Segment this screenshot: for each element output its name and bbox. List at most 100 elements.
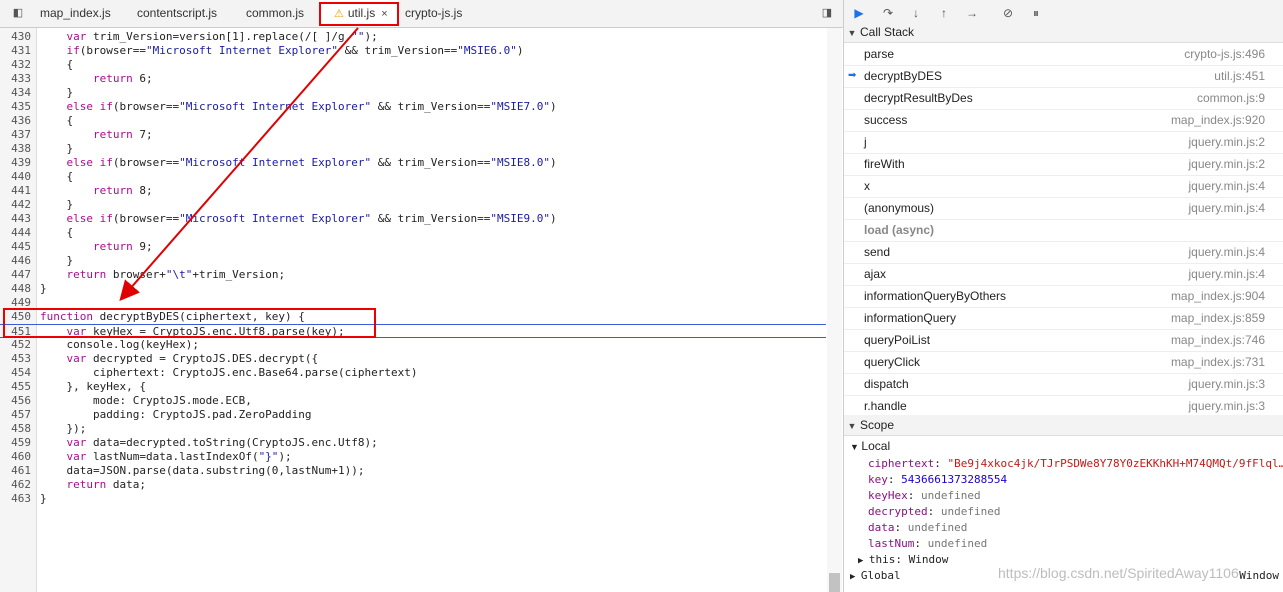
code-line[interactable]: 460 var lastNum=data.lastIndexOf("}"); [0,450,826,464]
frame-location-link[interactable]: common.js:9 [1197,87,1265,109]
line-number[interactable]: 461 [0,464,31,478]
frame-function-name: send [864,245,891,259]
deactivate-breakpoints-icon[interactable]: ⊘ [999,4,1017,22]
frame-location-link[interactable]: jquery.min.js:4 [1189,241,1265,263]
pause-on-exceptions-icon[interactable]: ⏸ [1027,4,1045,22]
scope-variable[interactable]: ciphertext: "Be9j4xkoc4jk/TJrPSDWe8Y78Y0… [868,456,1283,472]
frame-location-link[interactable]: jquery.min.js:4 [1189,263,1265,285]
callstack-frame[interactable]: informationQuery map_index.js:859 [844,307,1283,330]
frame-location-link[interactable]: map_index.js:746 [1171,329,1265,351]
callstack-frame[interactable]: (anonymous) jquery.min.js:4 [844,197,1283,220]
frame-function-name: queryPoiList [864,333,931,347]
line-number[interactable]: 462 [0,478,31,492]
code-line[interactable]: 453 var decrypted = CryptoJS.DES.decrypt… [0,352,826,366]
line-number[interactable]: 456 [0,394,31,408]
line-number[interactable]: 457 [0,408,31,422]
variable-value: "Be9j4xkoc4jk/TJrPSDWe8Y78Y0zEKKhKH+M74Q… [947,457,1283,470]
callstack-frame[interactable]: x jquery.min.js:4 [844,175,1283,198]
frame-location-link[interactable]: jquery.min.js:3 [1189,373,1265,395]
step-into-icon[interactable]: ↓ [907,4,925,22]
separator: : [927,505,941,518]
code-line[interactable]: 452 console.log(keyHex); [0,338,826,352]
debugger-sidebar: ▶ ↷ ↓ ↑ → ⊘ ⏸ ▼ Call Stack parse crypto-js… [844,0,1283,592]
current-frame-arrow-icon: ➡ [848,70,857,81]
variable-name: key [868,473,888,486]
frame-location-link[interactable]: jquery.min.js:4 [1189,197,1265,219]
frame-function-name: load (async) [864,223,935,237]
variable-name: keyHex [868,489,908,502]
callstack-frame[interactable]: queryClick map_index.js:731 [844,351,1283,374]
frame-location-link[interactable]: jquery.min.js:2 [1189,153,1265,175]
step-icon[interactable]: → [963,4,981,22]
line-number[interactable]: 458 [0,422,31,436]
scope-variable[interactable]: lastNum: undefined [868,536,987,552]
line-number[interactable]: 463 [0,492,31,506]
callstack-frame[interactable]: dispatch jquery.min.js:3 [844,373,1283,396]
code-line[interactable]: 458 }); [0,422,826,436]
scope-variable[interactable]: data: undefined [868,520,967,536]
scrollbar-thumb[interactable] [829,573,840,592]
this-row[interactable]: ▶ this: Window [858,552,948,568]
code-line[interactable]: 459 var data=decrypted.toString(CryptoJS… [0,436,826,450]
code-line[interactable]: 454 ciphertext: CryptoJS.enc.Base64.pars… [0,366,826,380]
callstack-frame[interactable]: j jquery.min.js:2 [844,131,1283,154]
code-text: }); [40,422,87,435]
code-text: console.log(keyHex); [40,338,199,351]
callstack-frame[interactable]: fireWith jquery.min.js:2 [844,153,1283,176]
callstack-frame[interactable]: success map_index.js:920 [844,109,1283,132]
frame-location-link[interactable]: util.js:451 [1214,65,1265,87]
step-over-icon[interactable]: ↷ [879,4,897,22]
code-text: } [40,492,47,505]
callstack-frame[interactable]: informationQueryByOthers map_index.js:904 [844,285,1283,308]
scope-variable[interactable]: keyHex: undefined [868,488,981,504]
code-line[interactable]: 461 data=JSON.parse(data.substring(0,las… [0,464,826,478]
step-out-icon[interactable]: ↑ [935,4,953,22]
line-number[interactable]: 455 [0,380,31,394]
frame-function-name: (anonymous) [864,201,935,215]
callstack-frame[interactable]: decryptResultByDes common.js:9 [844,87,1283,110]
frame-location-link[interactable]: map_index.js:859 [1171,307,1265,329]
line-number[interactable]: 460 [0,450,31,464]
expand-triangle-icon: ▼ [847,28,857,38]
red-arrow-annotation [119,27,359,302]
frame-location-link[interactable]: jquery.min.js:2 [1189,131,1265,153]
code-line[interactable]: 457 padding: CryptoJS.pad.ZeroPadding [0,408,826,422]
line-number[interactable]: 453 [0,352,31,366]
variable-name: lastNum [868,537,915,550]
line-number[interactable]: 454 [0,366,31,380]
this-label: this: Window [868,553,949,566]
callstack-frame[interactable]: ➡ decryptByDES util.js:451 [844,65,1283,88]
frame-function-name: queryClick [864,355,921,369]
callstack-frame[interactable]: send jquery.min.js:4 [844,241,1283,264]
callstack-title: Call Stack [860,25,915,39]
frame-location-link[interactable]: jquery.min.js:4 [1189,175,1265,197]
frame-function-name: r.handle [864,399,907,413]
scope-header[interactable]: ▼ Scope [844,415,1283,436]
code-line[interactable]: 463} [0,492,826,506]
frame-function-name: x [864,179,870,193]
callstack-header[interactable]: ▼ Call Stack [844,22,1283,43]
frame-function-name: decryptByDES [864,69,943,83]
frame-location-link[interactable]: map_index.js:731 [1171,351,1265,373]
callstack-frame[interactable]: queryPoiList map_index.js:746 [844,329,1283,352]
callstack-frame[interactable]: parse crypto-js.js:496 [844,43,1283,66]
code-text: return data; [66,478,147,491]
resume-icon[interactable]: ▶ [850,4,868,22]
code-text: padding: CryptoJS.pad.ZeroPadding [40,408,312,421]
callstack-frame[interactable]: ajax jquery.min.js:4 [844,263,1283,286]
local-scope-header[interactable]: ▼ Local [850,438,890,454]
line-number[interactable]: 452 [0,338,31,352]
frame-function-name: ajax [864,267,887,281]
code-line[interactable]: 462 return data; [0,478,826,492]
frame-location-link[interactable]: jquery.min.js:3 [1189,395,1265,417]
variable-value: 5436661373288554 [901,473,1008,486]
frame-location-link[interactable]: crypto-js.js:496 [1184,43,1265,65]
line-number[interactable]: 459 [0,436,31,450]
scope-variable[interactable]: decrypted: undefined [868,504,1000,520]
code-line[interactable]: 455 }, keyHex, { [0,380,826,394]
variable-value: undefined [907,521,968,534]
frame-location-link[interactable]: map_index.js:904 [1171,285,1265,307]
frame-location-link[interactable]: map_index.js:920 [1171,109,1265,131]
code-line[interactable]: 456 mode: CryptoJS.mode.ECB, [0,394,826,408]
scope-variable[interactable]: key: 5436661373288554 [868,472,1007,488]
